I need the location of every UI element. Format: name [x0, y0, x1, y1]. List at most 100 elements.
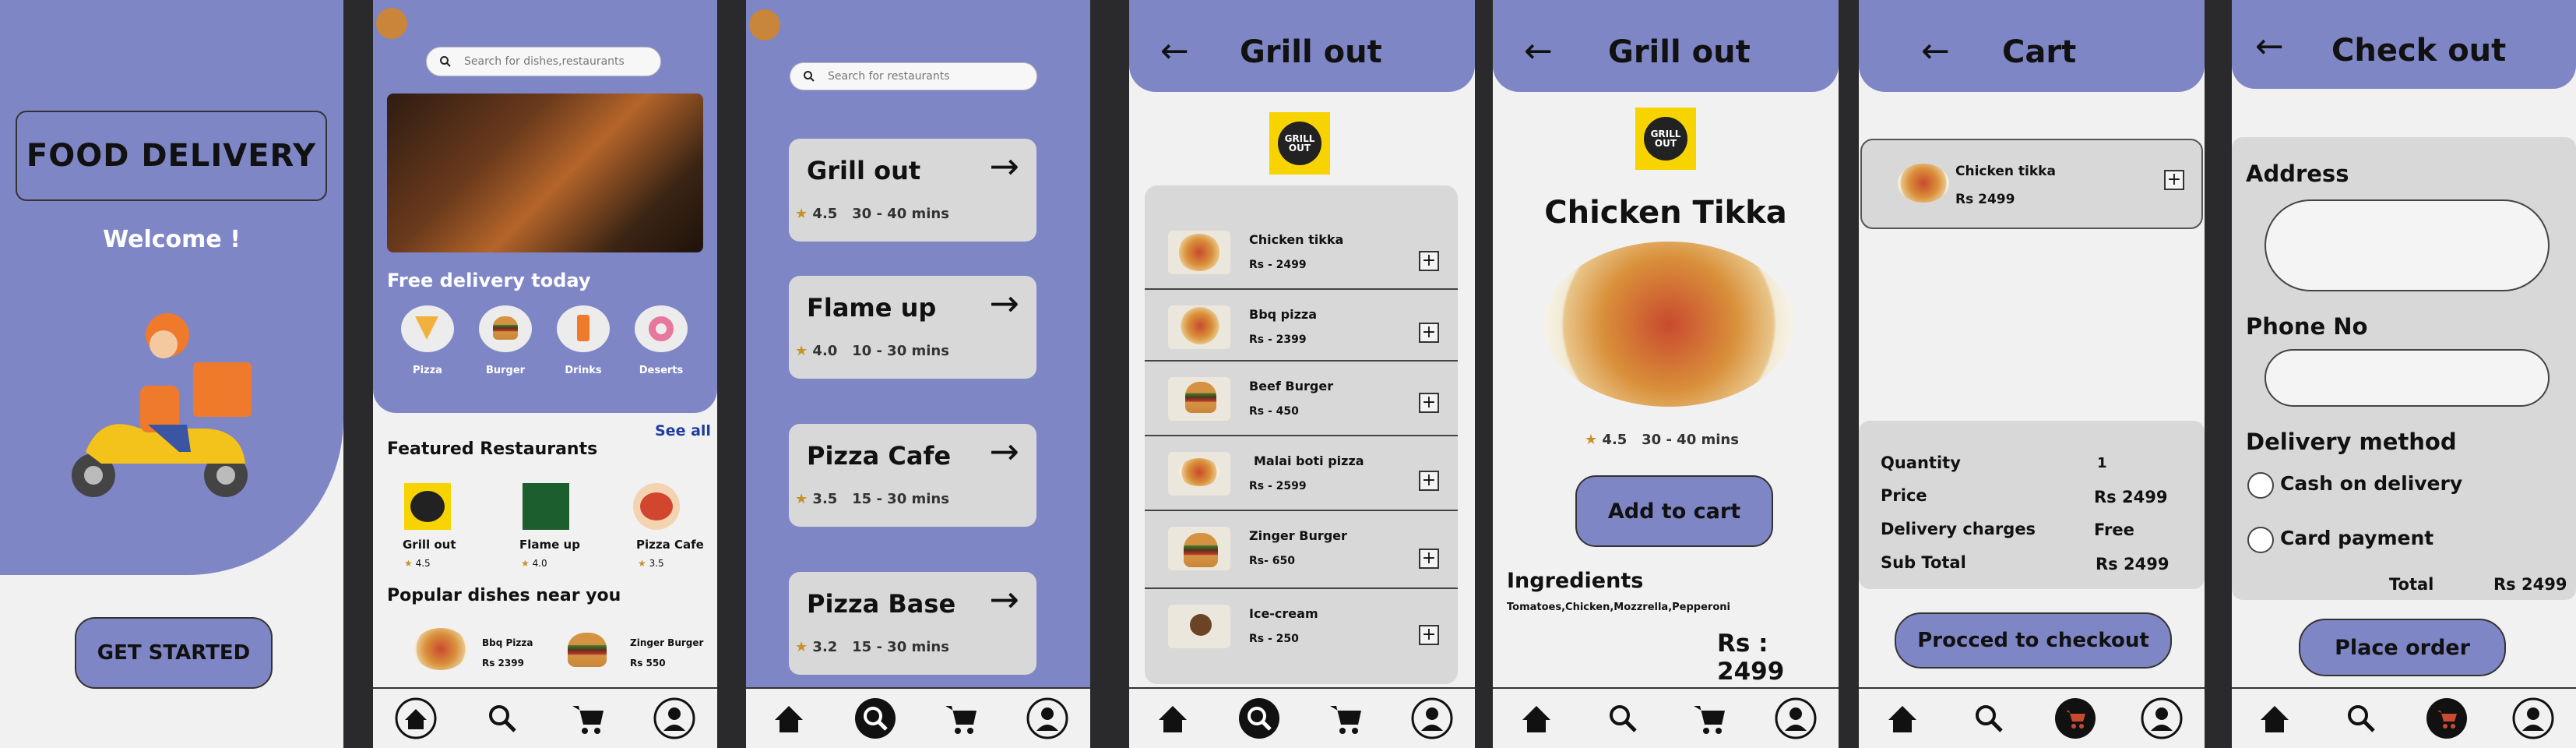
- restaurant-card[interactable]: Flame up → ★ 4.0 10 - 30 mins: [789, 276, 1036, 379]
- back-arrow-icon[interactable]: ←: [1524, 34, 1553, 69]
- pizza-image: [1181, 307, 1219, 344]
- featured-name: Flame up: [519, 538, 580, 552]
- bottom-nav: [373, 687, 717, 748]
- plus-icon[interactable]: +: [1419, 323, 1439, 343]
- menu-item[interactable]: Bbq pizza Rs - 2399 +: [1145, 290, 1458, 362]
- cart-icon[interactable]: [1687, 697, 1731, 740]
- ingredients-list: Tomatoes,Chicken,Mozzrella,Pepperoni: [1507, 602, 1730, 613]
- dish-meta: ★ 4.5 30 - 40 mins: [1585, 432, 1739, 448]
- profile-icon[interactable]: [2511, 697, 2555, 740]
- user-avatar[interactable]: [376, 8, 407, 39]
- rating-value: 3.2: [812, 639, 838, 655]
- forward-arrow-icon[interactable]: →: [989, 145, 1019, 187]
- back-arrow-icon[interactable]: ←: [2255, 30, 2284, 64]
- popular-dish-name: Zinger Burger: [630, 637, 704, 648]
- restaurant-card[interactable]: Grill out → ★ 4.5 30 - 40 mins: [789, 139, 1036, 242]
- total-label: Total: [2389, 575, 2434, 594]
- page-title: Check out: [2331, 33, 2507, 69]
- search-icon[interactable]: [1237, 697, 1281, 740]
- restaurant-card[interactable]: Pizza Cafe → ★ 3.5 15 - 30 mins: [789, 424, 1036, 527]
- plus-icon[interactable]: +: [1419, 393, 1439, 413]
- search-icon[interactable]: [853, 697, 897, 740]
- add-to-cart-button[interactable]: Add to cart: [1575, 475, 1773, 547]
- delivery-time: 15 - 30 mins: [852, 491, 949, 507]
- plus-icon[interactable]: +: [1419, 549, 1439, 569]
- home-icon[interactable]: [1515, 697, 1558, 740]
- home-icon[interactable]: [394, 697, 438, 740]
- dish-title: Chicken Tikka: [1544, 195, 1787, 231]
- cart-icon[interactable]: [566, 697, 610, 740]
- card-radio[interactable]: [2247, 527, 2274, 553]
- back-arrow-icon[interactable]: ←: [1921, 34, 1950, 69]
- drink-icon: [577, 315, 589, 341]
- dish-name: Zinger Burger: [1249, 528, 1347, 543]
- user-avatar[interactable]: [749, 9, 780, 41]
- bottom-nav: [1129, 687, 1475, 748]
- checkout-button[interactable]: Procced to checkout: [1895, 612, 2172, 669]
- dish-name: Malai boti pizza: [1254, 453, 1364, 468]
- phone-input[interactable]: [2265, 349, 2550, 407]
- dish-image: [1544, 242, 1793, 407]
- plus-icon[interactable]: +: [1419, 625, 1439, 645]
- menu-item[interactable]: Beef Burger Rs - 450 +: [1145, 362, 1458, 436]
- dish-price: Rs : 2499: [1717, 630, 1785, 686]
- cart-icon[interactable]: [2425, 697, 2469, 740]
- forward-arrow-icon[interactable]: →: [989, 578, 1019, 620]
- address-label: Address: [2246, 161, 2349, 187]
- forward-arrow-icon[interactable]: →: [989, 430, 1019, 472]
- rating-value: 3.5: [649, 558, 664, 569]
- search-placeholder: Search for restaurants: [828, 70, 950, 83]
- forward-arrow-icon[interactable]: →: [989, 282, 1019, 324]
- menu-item[interactable]: Malai boti pizza Rs - 2599 +: [1145, 436, 1458, 511]
- home-icon[interactable]: [767, 697, 811, 740]
- place-order-button[interactable]: Place order: [2299, 619, 2506, 676]
- profile-icon[interactable]: [653, 697, 696, 740]
- cart-item[interactable]: Chicken tikka Rs 2499 +: [1860, 139, 2203, 229]
- search-icon[interactable]: [480, 697, 524, 740]
- cart-icon[interactable]: [2053, 697, 2097, 740]
- plus-icon[interactable]: +: [1419, 471, 1439, 491]
- menu-item[interactable]: Ice-cream Rs - 250 +: [1145, 589, 1458, 669]
- featured-rating: ★ 4.5: [404, 558, 431, 569]
- dish-price: Rs - 2399: [1249, 333, 1307, 346]
- restaurants-screen: Search for restaurants Grill out → ★ 4.5…: [746, 0, 1090, 748]
- category-label: Burger: [485, 365, 526, 376]
- cash-radio[interactable]: [2247, 472, 2274, 499]
- profile-icon[interactable]: [1026, 697, 1069, 740]
- search-icon[interactable]: [1967, 697, 2011, 740]
- get-started-button[interactable]: GET STARTED: [75, 617, 273, 689]
- address-input[interactable]: [2265, 199, 2550, 291]
- see-all-link[interactable]: See all: [655, 422, 711, 439]
- home-icon[interactable]: [1151, 697, 1195, 740]
- summary-value: 1: [2097, 455, 2107, 471]
- home-icon[interactable]: [2253, 697, 2296, 740]
- order-summary: Quantity 1 Price Rs 2499 Delivery charge…: [1859, 421, 2205, 589]
- search-icon[interactable]: [2339, 697, 2383, 740]
- dish-price: Rs - 2599: [1249, 480, 1307, 492]
- summary-value: Free: [2094, 520, 2134, 539]
- menu-item[interactable]: Chicken tikka Rs - 2499 +: [1145, 215, 1458, 290]
- profile-icon[interactable]: [2140, 697, 2184, 740]
- popular-dish-image[interactable]: [568, 633, 607, 667]
- plus-icon[interactable]: +: [1419, 251, 1439, 271]
- page-title: Cart: [2002, 34, 2077, 70]
- menu-item[interactable]: Zinger Burger Rs- 650 +: [1145, 511, 1458, 589]
- back-arrow-icon[interactable]: ←: [1160, 34, 1189, 69]
- restaurant-meta: ★ 4.5 30 - 40 mins: [795, 206, 949, 222]
- popular-dish-image[interactable]: [413, 628, 468, 670]
- dish-price: Rs - 250: [1249, 633, 1299, 645]
- search-input[interactable]: Search for dishes,restaurants: [426, 47, 661, 76]
- profile-icon[interactable]: [1774, 697, 1818, 740]
- cart-icon[interactable]: [1324, 697, 1367, 740]
- restaurant-card[interactable]: Pizza Base → ★ 3.2 15 - 30 mins: [789, 572, 1036, 675]
- restaurant-meta: ★ 4.0 10 - 30 mins: [795, 343, 949, 359]
- home-icon[interactable]: [1881, 697, 1924, 740]
- promo-banner-image[interactable]: [387, 94, 703, 252]
- summary-label: Delivery charges: [1881, 520, 2036, 538]
- featured-logo-flame-up[interactable]: [523, 483, 569, 530]
- cart-icon[interactable]: [939, 697, 983, 740]
- plus-icon[interactable]: +: [2164, 170, 2184, 190]
- search-input[interactable]: Search for restaurants: [790, 62, 1037, 90]
- search-icon[interactable]: [1601, 697, 1645, 740]
- profile-icon[interactable]: [1410, 697, 1454, 740]
